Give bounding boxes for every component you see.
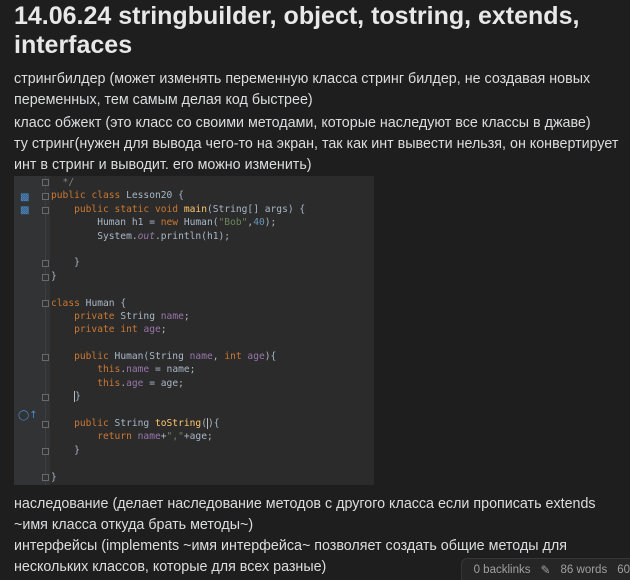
code-line: public String toString(){ (74, 417, 220, 430)
paragraph-extends: наследование (делает наследование методо… (14, 496, 596, 533)
fold-marker[interactable] (42, 448, 49, 455)
fold-marker[interactable] (42, 421, 49, 428)
editor-gutter: ▩ ▩ ◯↑ (14, 176, 50, 485)
code-line: } (74, 390, 81, 403)
code-line: private int age; (74, 324, 167, 336)
code-screenshot: ▩ ▩ ◯↑ */ public class Lesson20 { public … (14, 176, 374, 485)
code-line: public Human(String name, int age){ (74, 351, 277, 363)
code-text: */ public class Lesson20 { public static … (51, 176, 305, 484)
paragraph-tostring: ту стринг(нужен для вывода чего-то на эк… (14, 136, 619, 173)
code-line: class Human { (51, 297, 127, 309)
code-line: return name+","+age; (97, 431, 213, 443)
fold-marker[interactable] (42, 394, 49, 401)
code-line: } (51, 257, 80, 269)
status-bar: 0 backlinks ✎ 86 words 60 (460, 558, 630, 580)
code-line: private String name; (74, 310, 190, 322)
paragraph-stringbuilder: стрингбилдер (может изменять переменную … (14, 71, 591, 108)
fold-marker[interactable] (42, 207, 49, 214)
fold-marker[interactable] (42, 260, 49, 267)
fold-marker[interactable] (42, 300, 49, 307)
word-count: 86 words (560, 563, 608, 576)
fold-marker[interactable] (42, 179, 49, 186)
fold-marker[interactable] (42, 474, 49, 481)
code-line: public class Lesson20 { (51, 190, 184, 202)
paragraph-object: класс обжект (это класс со своими метода… (14, 115, 591, 131)
run-icon: ▩ (20, 205, 30, 216)
code-line: */ (51, 177, 75, 188)
fold-marker[interactable] (42, 193, 49, 200)
fold-marker[interactable] (42, 354, 49, 361)
override-icon: ◯↑ (18, 410, 38, 421)
character-count: 60 (617, 563, 630, 576)
gutter-divider (45, 176, 46, 485)
note-title: 14.06.24 stringbuilder, object, tostring… (14, 2, 580, 59)
code-line: public static void main(String[] args) { (74, 203, 306, 215)
code-line: } (51, 471, 57, 483)
edit-pencil-icon[interactable]: ✎ (540, 563, 550, 577)
code-line: Human h1 = new Human("Bob",40); (51, 217, 277, 229)
run-icon: ▩ (20, 192, 30, 203)
code-line: } (51, 444, 80, 456)
code-line: this.age = age; (97, 377, 184, 389)
fold-marker[interactable] (42, 274, 49, 281)
code-line: this.name = name; (97, 364, 196, 376)
code-line: } (51, 270, 57, 282)
code-line: System.out.println(h1); (51, 230, 231, 242)
backlinks-count[interactable]: 0 backlinks (474, 564, 531, 576)
